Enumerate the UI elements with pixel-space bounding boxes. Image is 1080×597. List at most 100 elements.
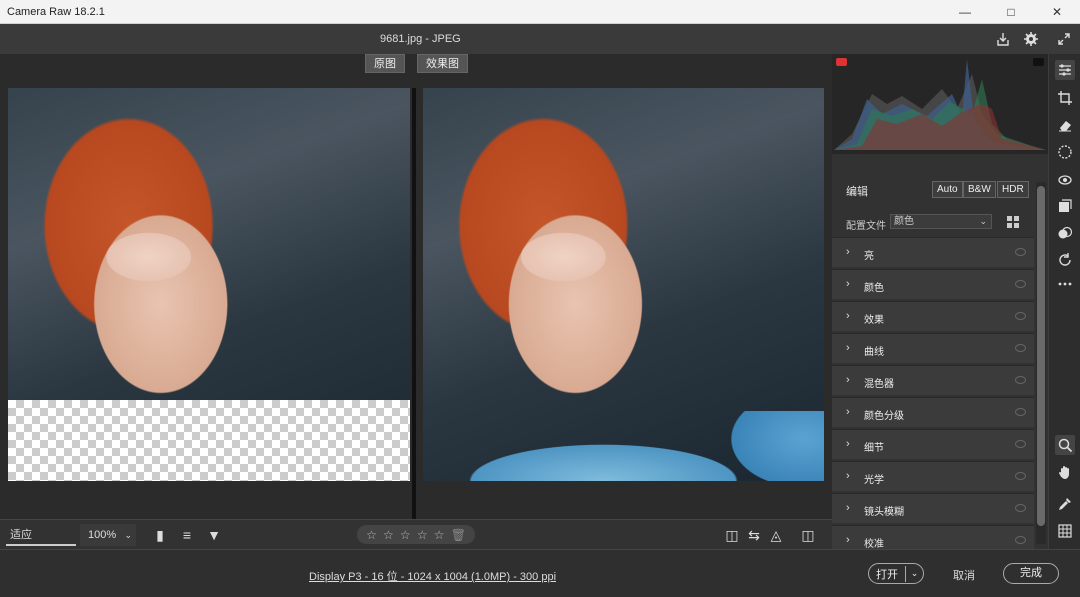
after-image (423, 88, 824, 481)
visibility-icon[interactable] (1015, 376, 1026, 384)
zoom-value: 100% (88, 529, 117, 541)
open-button[interactable]: 打开 ⌄ (868, 563, 924, 584)
visibility-icon[interactable] (1015, 248, 1026, 256)
redeye-icon[interactable] (1055, 169, 1075, 189)
swap-icon[interactable]: ⇆ (744, 525, 764, 545)
section-light[interactable]: › 亮 (832, 237, 1034, 267)
minimize-button[interactable]: — (942, 0, 988, 24)
chevron-down-icon: ⌄ (979, 216, 987, 226)
maximize-button[interactable]: □ (988, 0, 1034, 24)
histogram (832, 54, 1048, 154)
chevron-right-icon: › (846, 534, 850, 546)
profile-browser-icon[interactable] (1007, 216, 1020, 229)
filter-icon[interactable]: ▼ (204, 525, 224, 545)
cancel-button[interactable]: 取消 (953, 567, 975, 583)
before-view-tab[interactable]: 原图 (365, 54, 405, 73)
presets-icon[interactable] (1055, 196, 1075, 216)
bw-button[interactable]: B&W (963, 181, 996, 198)
section-color[interactable]: › 颜色 (832, 269, 1034, 299)
chevron-right-icon: › (846, 470, 850, 482)
section-mixer[interactable]: › 混色器 (832, 365, 1034, 395)
section-detail[interactable]: › 细节 (832, 429, 1034, 459)
visibility-icon[interactable] (1015, 408, 1026, 416)
transparency-area (8, 400, 410, 481)
copy-settings-icon[interactable]: ◬ (766, 525, 786, 545)
section-label: 光学 (864, 475, 884, 486)
section-label: 曲线 (864, 347, 884, 358)
view-controls-bar: 适应 (122.7%) 100% ⌄ ▮ ≡ ▼ ☆ ☆ ☆ ☆ ☆ 🗑 ◫ ⇆… (0, 519, 832, 563)
section-calibration[interactable]: › 校准 (832, 525, 1034, 550)
save-icon[interactable] (992, 28, 1014, 50)
top-toolbar: 9681.jpg - JPEG (0, 24, 1080, 54)
section-label: 细节 (864, 443, 884, 454)
chevron-right-icon: › (846, 342, 850, 354)
panel-scrollbar[interactable] (1036, 182, 1046, 544)
profile-value: 颜色 (894, 216, 914, 227)
status-bar: Display P3 - 16 位 - 1024 x 1004 (1.0MP) … (0, 549, 1080, 597)
zoom-select[interactable]: 100% ⌄ (80, 524, 136, 546)
sliders-icon[interactable] (1055, 60, 1075, 80)
mix-icon[interactable] (1055, 223, 1075, 243)
eyedropper-icon[interactable] (1055, 494, 1075, 514)
gear-icon[interactable] (1020, 28, 1042, 50)
chevron-down-icon[interactable]: ⌄ (906, 568, 923, 579)
section-label: 混色器 (864, 379, 894, 390)
rotate-icon[interactable] (1055, 250, 1075, 270)
profile-select[interactable]: 颜色 ⌄ (890, 214, 992, 229)
chevron-right-icon: › (846, 438, 850, 450)
section-color-grading[interactable]: › 颜色分级 (832, 397, 1034, 427)
section-label: 亮 (864, 251, 874, 262)
visibility-icon[interactable] (1015, 344, 1026, 352)
eraser-icon[interactable] (1055, 115, 1075, 135)
hand-icon[interactable] (1055, 462, 1075, 482)
tool-rail (1048, 54, 1080, 549)
trash-icon[interactable]: 🗑 (451, 528, 466, 542)
star-2[interactable]: ☆ (383, 528, 394, 542)
grid-icon[interactable] (1055, 521, 1075, 541)
section-label: 颜色分级 (864, 411, 904, 422)
profile-label: 配置文件 (846, 221, 886, 232)
zoom-icon[interactable] (1055, 435, 1075, 455)
open-label[interactable]: 打开 (869, 565, 906, 582)
star-1[interactable]: ☆ (366, 528, 377, 542)
visibility-icon[interactable] (1015, 472, 1026, 480)
section-curve[interactable]: › 曲线 (832, 333, 1034, 363)
edit-header: 编辑 Auto B&W HDR (832, 178, 1048, 200)
section-effects[interactable]: › 效果 (832, 301, 1034, 331)
more-icon[interactable] (1055, 274, 1075, 294)
mask-icon[interactable] (1055, 142, 1075, 162)
scrollbar-thumb[interactable] (1037, 186, 1045, 526)
visibility-icon[interactable] (1015, 440, 1026, 448)
window-title: Camera Raw 18.2.1 (7, 6, 105, 18)
close-button[interactable]: ✕ (1034, 0, 1080, 24)
visibility-icon[interactable] (1015, 280, 1026, 288)
sort-icon[interactable]: ≡ (177, 525, 197, 545)
expand-icon[interactable] (1053, 28, 1075, 50)
chevron-right-icon: › (846, 278, 850, 290)
compare-icon[interactable]: ◫ (722, 525, 742, 545)
edit-label: 编辑 (846, 186, 868, 198)
after-view-tab[interactable]: 效果图 (417, 54, 468, 73)
filmstrip-icon[interactable]: ▮ (150, 525, 170, 545)
chevron-right-icon: › (846, 502, 850, 514)
workflow-options-link[interactable]: Display P3 - 16 位 - 1024 x 1004 (1.0MP) … (309, 568, 556, 584)
chevron-right-icon: › (846, 310, 850, 322)
visibility-icon[interactable] (1015, 312, 1026, 320)
visibility-icon[interactable] (1015, 536, 1026, 544)
star-3[interactable]: ☆ (400, 528, 411, 542)
section-label: 颜色 (864, 283, 884, 294)
section-label: 校准 (864, 539, 884, 550)
visibility-icon[interactable] (1015, 504, 1026, 512)
zoom-fit-button[interactable]: 适应 (122.7%) (6, 524, 76, 563)
star-4[interactable]: ☆ (417, 528, 428, 542)
auto-button[interactable]: Auto (932, 181, 963, 198)
star-5[interactable]: ☆ (434, 528, 445, 542)
hdr-button[interactable]: HDR (997, 181, 1029, 198)
image-workspace: 原图 效果图 (0, 54, 832, 519)
section-lens-blur[interactable]: › 镜头模糊 (832, 493, 1034, 523)
split-view-icon[interactable]: ◫ (798, 525, 818, 545)
split-divider[interactable] (412, 88, 416, 519)
crop-icon[interactable] (1055, 88, 1075, 108)
section-optics[interactable]: › 光学 (832, 461, 1034, 491)
done-button[interactable]: 完成 (1003, 563, 1059, 584)
